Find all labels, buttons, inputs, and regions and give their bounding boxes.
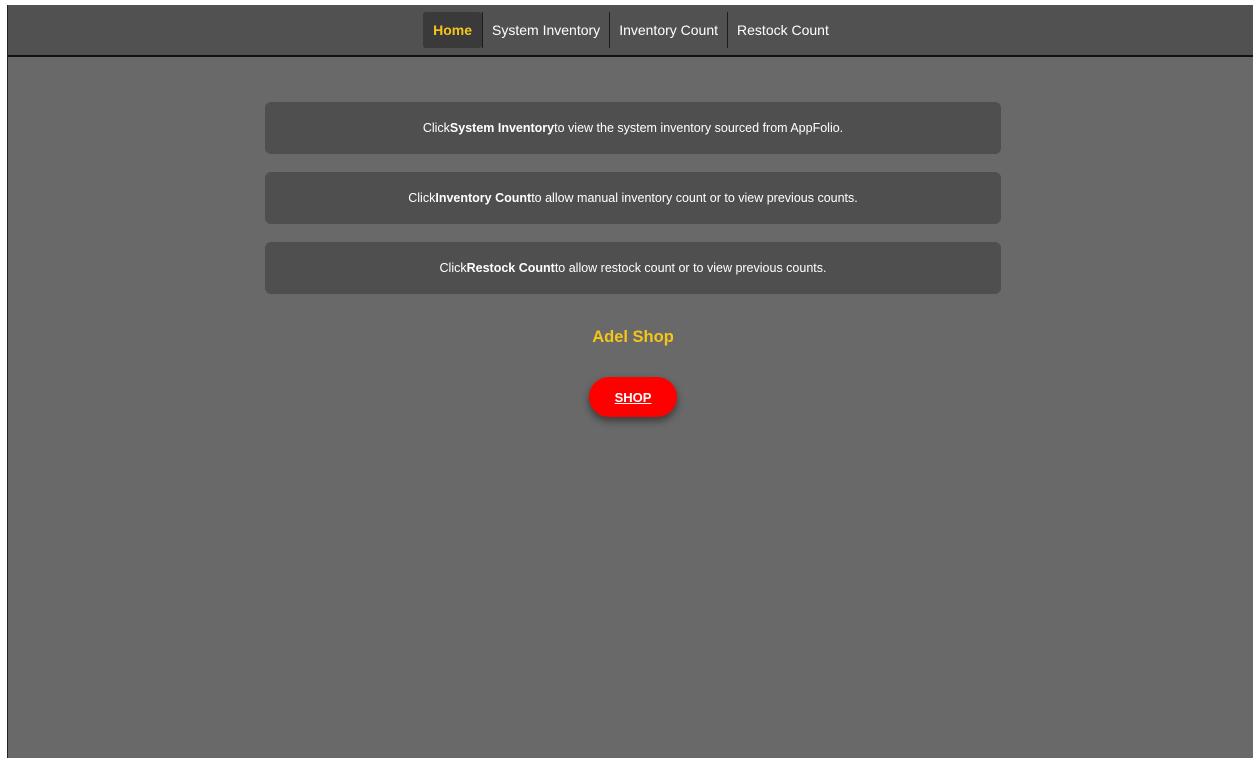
nav-item-restock-count[interactable]: Restock Count <box>727 12 838 48</box>
nav-item-home[interactable]: Home <box>423 12 483 48</box>
shop-button[interactable]: SHOP <box>589 377 677 417</box>
top-navbar: Home System Inventory Inventory Count Re… <box>8 5 1253 57</box>
info-box-system-inventory: Click System Inventory to view the syste… <box>265 102 1001 154</box>
info-box-restock-count: Click Restock Count to allow restock cou… <box>265 242 1001 294</box>
info-text-suffix: to allow manual inventory count or to vi… <box>531 191 858 205</box>
info-text-prefix: Click <box>439 261 467 275</box>
app-frame: Home System Inventory Inventory Count Re… <box>7 5 1253 758</box>
info-text-bold: Inventory Count <box>435 191 532 205</box>
main-content: Click System Inventory to view the syste… <box>265 102 1001 417</box>
nav-list: Home System Inventory Inventory Count Re… <box>423 12 838 48</box>
info-text-bold: Restock Count <box>466 261 555 275</box>
info-box-inventory-count: Click Inventory Count to allow manual in… <box>265 172 1001 224</box>
nav-item-inventory-count[interactable]: Inventory Count <box>609 12 727 48</box>
shop-button-wrapper: SHOP <box>265 377 1001 417</box>
info-text-bold: System Inventory <box>449 121 555 135</box>
info-text-prefix: Click <box>422 121 450 135</box>
info-text-suffix: to view the system inventory sourced fro… <box>554 121 844 135</box>
nav-item-system-inventory[interactable]: System Inventory <box>482 12 609 48</box>
shop-title: Adel Shop <box>592 328 674 346</box>
info-text-prefix: Click <box>408 191 436 205</box>
info-text-suffix: to allow restock count or to view previo… <box>554 261 827 275</box>
